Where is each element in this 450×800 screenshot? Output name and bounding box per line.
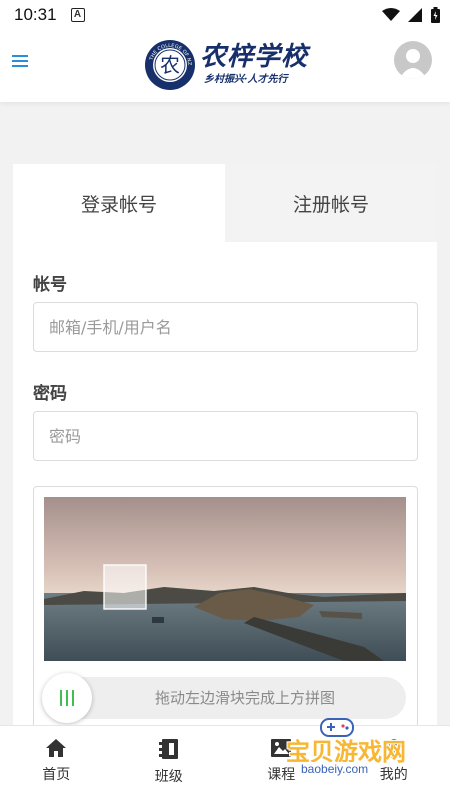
a-icon: A: [70, 8, 85, 22]
tab-register[interactable]: 注册帐号: [225, 164, 437, 242]
hamburger-menu-icon[interactable]: [12, 52, 34, 74]
battery-icon: [431, 7, 440, 23]
nav-item-class[interactable]: 班级: [113, 726, 226, 800]
course-icon: [271, 739, 292, 757]
password-label: 密码: [33, 384, 67, 404]
home-icon: [46, 739, 67, 757]
account-input[interactable]: [33, 302, 418, 352]
tab-login[interactable]: 登录帐号: [13, 164, 225, 242]
school-name: 农梓学校: [200, 42, 309, 72]
captcha-slider-track[interactable]: 拖动左边滑块完成上方拼图: [42, 673, 406, 723]
login-card: 登录帐号 注册帐号 帐号 密码: [13, 164, 437, 764]
nav-item-course[interactable]: 课程: [225, 726, 338, 800]
slider-captcha: 拖动左边滑块完成上方拼图: [33, 486, 418, 746]
wifi-icon: [382, 8, 400, 21]
status-bar: 10:31 A: [0, 0, 450, 30]
nav-label-course: 课程: [267, 767, 296, 783]
school-seal-icon: 农 THE COLLEGE OF NZ: [145, 40, 195, 90]
nav-label-profile: 我的: [379, 767, 408, 783]
status-time: 10:31: [14, 5, 57, 24]
slider-instruction: 拖动左边滑块完成上方拼图: [154, 689, 335, 707]
class-icon: [158, 739, 178, 759]
user-avatar-icon[interactable]: [394, 41, 432, 79]
seal-character: 农: [160, 53, 180, 77]
nav-label-home: 首页: [42, 767, 71, 783]
login-tabs: 登录帐号 注册帐号: [13, 164, 437, 242]
school-slogan: 乡村振兴·人才先行: [204, 74, 288, 85]
profile-icon: [383, 739, 404, 758]
signal-icon: [408, 8, 422, 22]
captcha-puzzle-image: [44, 497, 406, 661]
nav-label-class: 班级: [154, 769, 183, 785]
nav-item-profile[interactable]: 我的: [338, 726, 450, 800]
status-icons: [382, 7, 440, 23]
drag-handle-icon[interactable]: [42, 673, 92, 723]
school-logo: 农 THE COLLEGE OF NZ 农梓学校 乡村振兴·人才先行: [144, 34, 309, 96]
account-label: 帐号: [33, 275, 67, 295]
nav-item-home[interactable]: 首页: [0, 726, 113, 800]
password-input[interactable]: [33, 411, 418, 461]
app-header: 农 THE COLLEGE OF NZ 农梓学校 乡村振兴·人才先行: [0, 30, 450, 102]
bottom-navigation: 首页 班级 课程 我的: [0, 725, 450, 800]
